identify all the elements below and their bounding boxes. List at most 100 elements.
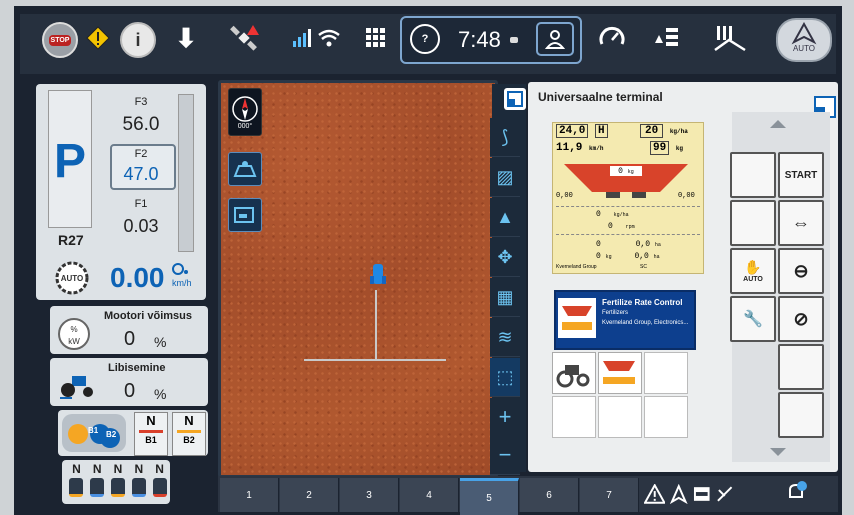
pto-b2-button[interactable]: N B2 [172,412,206,456]
warning-triangle-icon[interactable] [644,484,666,504]
satellite-icon[interactable] [228,22,260,54]
clock-time: 7:48 [458,27,501,52]
page-tab-label: 7 [606,489,612,501]
working-width-unit: H [595,124,608,138]
empty-app-tile[interactable] [598,396,642,438]
page-tab-1[interactable]: 1 [220,478,279,512]
softkey-empty-4[interactable] [778,392,824,438]
speed-value: 0.00 [110,262,165,293]
speedometer-icon[interactable] [596,22,628,54]
target-rate-unit: kg/ha [669,128,688,135]
engine-power-value: 0 [124,328,136,350]
softkey-empty-1[interactable] [730,152,776,198]
empty-app-tile[interactable] [552,396,596,438]
softkey-empty-3[interactable] [778,344,824,390]
panel-footer-left: Kverneland Group [556,264,597,270]
softkey-empty-2[interactable] [730,200,776,246]
hopper-weight-unit: kg [627,169,634,175]
straight-line-icon[interactable]: ▲ [490,198,520,237]
stop-button[interactable]: STOP [42,22,78,58]
compass-icon[interactable]: 000° [228,88,262,136]
right-disc-value: 0,00 [678,192,695,200]
f1-value: 0.03 [123,216,159,236]
page-tab-7[interactable]: 7 [580,478,639,512]
info-icon[interactable]: i [120,22,156,58]
autosteer-small-icon[interactable] [669,484,689,504]
valve-1-icon[interactable] [69,478,84,497]
tractor-app-tile[interactable] [552,352,596,394]
page-tab-4[interactable]: 4 [400,478,459,512]
notification-bell-icon[interactable] [784,480,808,504]
total-row-2-b: 0,0 [634,252,649,261]
page-tab-6[interactable]: 6 [520,478,579,512]
b1-badge: B1 [88,426,99,435]
field-rows-icon[interactable] [650,22,682,54]
total-row-1: 0 0,0 ha [596,240,661,249]
help-label: ? [421,33,429,45]
page-tab-2[interactable]: 2 [280,478,339,512]
kw-label: kW [68,337,80,346]
user-icon[interactable] [536,22,574,56]
implement-icon[interactable] [710,22,750,54]
ut-speed-value: 11,9 [556,142,583,154]
isobus-icon[interactable] [693,486,711,502]
empty-app-tile[interactable] [644,396,688,438]
page-tab-3[interactable]: 3 [340,478,399,512]
total-row-1-unit: ha [654,242,661,248]
page-tab-label: 4 [426,489,432,501]
start-softkey[interactable]: START [778,152,824,198]
valve-3-state: N [113,462,123,476]
b2-badge: B2 [106,430,117,439]
help-button[interactable]: ? [410,24,440,54]
speed-sensor-icon [172,262,188,275]
scroll-down-icon[interactable] [770,448,786,456]
valve-5-icon[interactable] [152,478,167,497]
minus-circle-icon[interactable]: ⊖ [778,248,824,294]
swap-arrows-icon[interactable]: ⇔ [778,200,824,246]
auto-section-icon[interactable]: ✋ AUTO [730,248,776,294]
scroll-up-icon[interactable] [770,120,786,128]
page-tab-label: 5 [486,492,492,504]
zoom-in-icon[interactable]: + [490,398,520,437]
speed-unit: km/h [172,278,192,288]
auto-gear-icon[interactable]: AUTO [52,260,96,296]
valve-3-icon[interactable] [110,478,125,497]
no-entry-icon[interactable]: ⊘ [778,296,824,342]
panel-footer-right: SC [640,264,647,270]
grid-menu-icon[interactable] [360,22,392,54]
total-row-1-b: 0,0 [635,240,651,249]
split-view-icon[interactable]: ▦ [490,278,520,317]
start-label: START [784,169,818,181]
field-map-icon[interactable] [228,152,262,186]
guidance-map[interactable] [218,80,498,478]
total-row-1-a: 0 [596,240,601,249]
valve-4-icon[interactable] [131,478,146,497]
pto-b1-button[interactable]: N B1 [134,412,168,456]
map-layer-icon[interactable] [228,198,262,232]
slip-value: 0 [124,380,136,402]
target-rate-value: 20 [640,124,664,138]
signal-wifi-icon[interactable] [290,22,342,54]
edit-map-icon[interactable]: ⬚ [490,358,520,397]
valve-2-icon[interactable] [90,478,105,497]
empty-app-tile[interactable] [644,352,688,394]
engine-power-unit: % [154,334,167,350]
total-row-2: 0 kg 0,0 ha [596,252,660,261]
center-tractor-icon[interactable]: ✥ [490,238,520,277]
disc-speed-row: 0 rpm [608,222,635,231]
ut-title: Universaalne terminal [538,90,663,104]
f1-label: F1 [134,198,148,210]
wrench-icon[interactable]: 🔧 [730,296,776,342]
maximize-map-button[interactable] [504,88,526,110]
auto-steer-button[interactable]: AUTO [776,18,832,62]
disc-speed-unit: rpm [625,224,635,230]
coverage-icon[interactable]: ▨ [490,158,520,197]
warning-icon[interactable] [82,22,114,54]
page-tab-5[interactable]: 5 [460,478,519,515]
layers-icon[interactable]: ≋ [490,318,520,357]
curve-path-icon[interactable]: ⟆ [490,118,520,157]
no-implement-icon[interactable] [715,484,735,504]
zoom-out-icon[interactable]: − [490,436,520,475]
arrow-down-icon[interactable]: ⬇ [170,22,202,54]
spreader-app-tile[interactable] [598,352,642,394]
